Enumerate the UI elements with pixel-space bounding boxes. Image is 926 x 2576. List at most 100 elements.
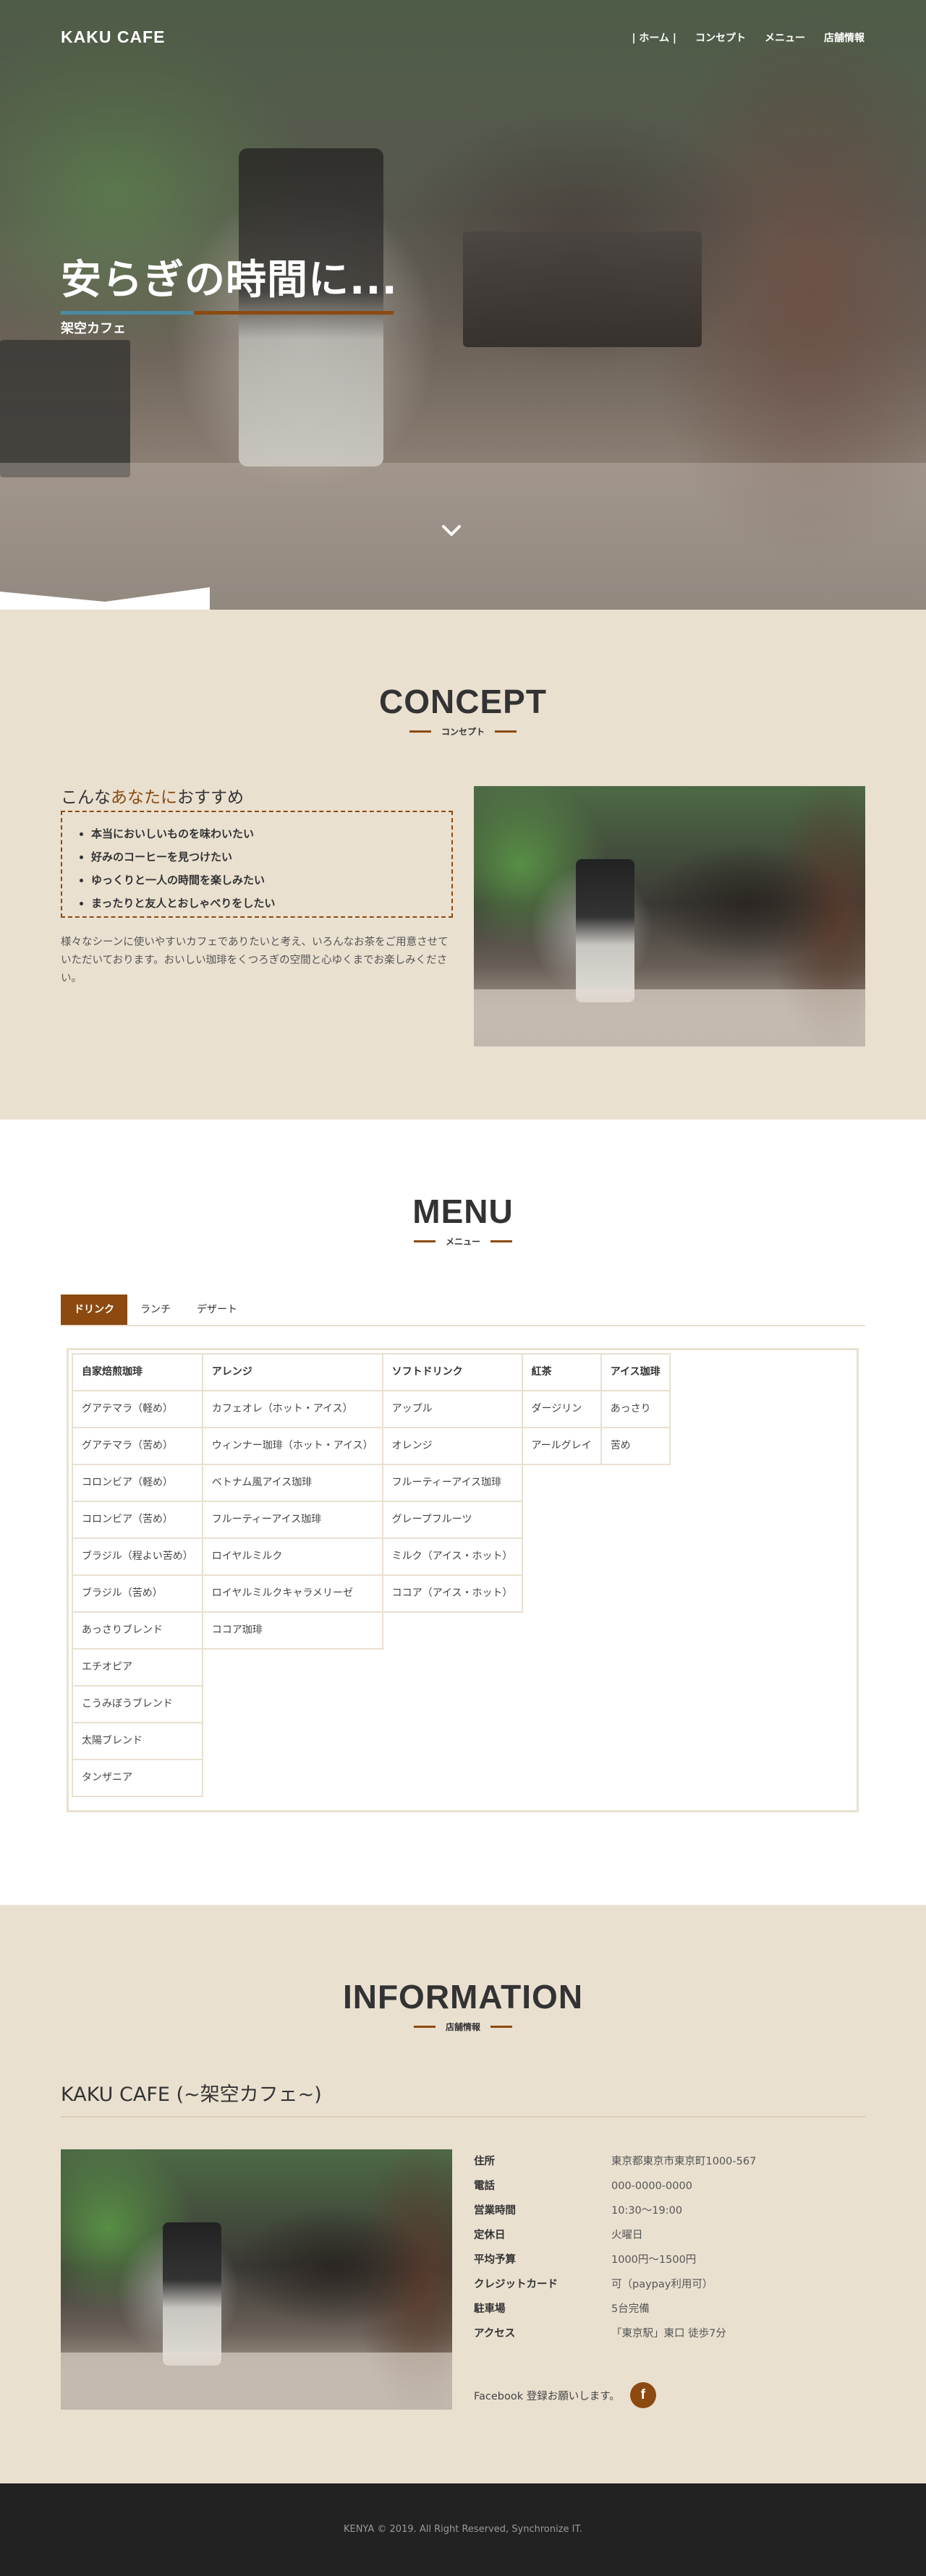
menu-item: ミルク（アイス・ホット） [381,1538,523,1576]
menu-column: アレンジ カフェオレ（ホット・アイス） ウィンナー珈琲（ホット・アイス） ベトナム風ア… [201,1353,383,1650]
menu-section: MENU メニュー ドリンク ランチ デザート 自家焙煎珈琲 グアテマラ（軽め）グ… [0,1119,926,1905]
menu-table: 自家焙煎珈琲 グアテマラ（軽め） グアテマラ（苦め） コロンビア（軽め） コロンビア（苦… [67,1348,859,1812]
menu-column: 紅茶 ダージリン アールグレイ [521,1353,602,1465]
concept-lead-before: こんな [61,788,111,807]
facebook-text: Facebook 登録お願いします。 [474,2390,620,2402]
shop-photo [61,2149,452,2410]
photo-grinder [575,858,634,1002]
photo-counter [474,989,865,1046]
menu-column: 自家焙煎珈琲 グアテマラ（軽め） グアテマラ（苦め） コロンビア（軽め） コロンビア（苦… [72,1353,203,1797]
menu-item: エチオピア [72,1648,203,1686]
info-value: 「東京駅」東口 徒歩7分 [611,2328,726,2340]
copyright: KENYA © 2019. All Right Reserved, Synchr… [343,2524,583,2535]
section-subtitle-concept: コンセプト [0,725,926,738]
info-value: 000-0000-0000 [611,2180,692,2192]
concept-photo [474,786,865,1046]
hero-bottom-wedge [0,587,210,610]
nav-item-shop-info[interactable]: 店舗情報 [824,30,865,45]
section-subtitle-text: コンセプト [409,727,517,737]
menu-item: ブラジル（苦め） [72,1574,203,1613]
section-subtitle-text: メニュー [413,1237,513,1247]
menu-item: ココア珈琲 [201,1611,383,1650]
info-label: 住所 [474,2156,495,2167]
menu-item: フルーティーアイス珈琲 [381,1464,523,1502]
photo-counter [61,2352,452,2410]
tab-dessert[interactable]: デザート [184,1295,250,1325]
info-value: 1000円〜1500円 [611,2254,697,2266]
photo-grinder [162,2222,221,2366]
menu-item: アップル [381,1390,523,1428]
menu-item: グアテマラ（苦め） [72,1427,203,1465]
menu-column-header: 紅茶 [521,1353,602,1391]
menu-item: ブラジル（程よい苦め） [72,1538,203,1576]
menu-item: ロイヤルミルク [201,1538,383,1576]
information-section: INFORMATION 店舗情報 KAKU CAFE (~架空カフェ~) 住所 東… [0,1905,926,2483]
menu-item: ダージリン [521,1390,602,1428]
hero-title: 安らぎの時間に... [61,257,398,304]
menu-item: グレープフルーツ [381,1501,523,1539]
info-value: 東京都東京市東京町1000-567 [611,2156,757,2167]
list-item: ゆっくりと一人の時間を楽しみたい [91,869,451,892]
hero-title-underline [61,311,394,315]
info-row: 平均予算 1000円〜1500円 [474,2248,865,2272]
list-item: 好みのコーヒーを見つけたい [91,845,451,869]
nav-item-home[interactable]: | ホーム | [632,30,676,45]
chevron-down-icon[interactable] [440,519,463,542]
recommendation-list: 本当においしいものを味わいたい 好みのコーヒーを見つけたい ゆっくりと一人の時間… [61,811,453,918]
main-nav: | ホーム | コンセプト メニュー 店舗情報 [632,30,865,45]
divider [61,2116,865,2117]
info-label: アクセス [474,2328,516,2340]
info-value: 火曜日 [611,2230,643,2241]
info-label: クレジットカード [474,2279,558,2290]
menu-item: コロンビア（軽め） [72,1464,203,1502]
section-subtitle-menu: メニュー [0,1235,926,1248]
info-row: 駐車場 5台完備 [474,2297,865,2321]
list-item: 本当においしいものを味わいたい [91,822,451,845]
nav-item-concept[interactable]: コンセプト [695,30,746,45]
nav-item-menu[interactable]: メニュー [765,30,805,45]
info-row: クレジットカード 可（paypay利用可） [474,2272,865,2297]
hero-section: KAKU CAFE | ホーム | コンセプト メニュー 店舗情報 安らぎの時間… [0,0,926,610]
info-label: 営業時間 [474,2205,516,2217]
menu-item: 太陽ブレンド [72,1722,203,1760]
menu-item: ベトナム風アイス珈琲 [201,1464,383,1502]
menu-column-header: アイス珈琲 [600,1353,671,1391]
info-value: 可（paypay利用可） [611,2279,713,2290]
menu-item: あっさり [600,1390,671,1428]
info-value: 10:30〜19:00 [611,2205,683,2217]
menu-column-header: 自家焙煎珈琲 [72,1353,203,1391]
info-label: 定休日 [474,2230,506,2241]
menu-item: こうみぼうブレンド [72,1685,203,1723]
tab-lunch[interactable]: ランチ [127,1295,184,1325]
info-value: 5台完備 [611,2303,650,2315]
concept-section: CONCEPT コンセプト こんなあなたにおすすめ 本当においしいものを味わいた… [0,610,926,1119]
menu-item: ココア（アイス・ホット） [381,1574,523,1613]
section-title-concept: CONCEPT [379,683,547,720]
concept-description: 様々なシーンに使いやすいカフェでありたいと考え、いろんなお茶をご用意させていただ… [61,937,449,984]
section-title-menu: MENU [412,1193,514,1230]
menu-column-header: アレンジ [201,1353,383,1391]
footer: KENYA © 2019. All Right Reserved, Synchr… [0,2483,926,2576]
info-label: 駐車場 [474,2303,506,2315]
site-logo[interactable]: KAKU CAFE [61,27,165,47]
menu-column: ソフトドリンク アップル オレンジ フルーティーアイス珈琲 グレープフルーツ ミルク（アイ… [381,1353,523,1613]
tab-drink[interactable]: ドリンク [61,1295,127,1325]
shop-info-table: 住所 東京都東京市東京町1000-567 電話 000-0000-0000 営業時間 10… [474,2149,865,2346]
facebook-icon[interactable]: f [629,2382,656,2408]
menu-item: ウィンナー珈琲（ホット・アイス） [201,1427,383,1465]
menu-item: フルーティーアイス珈琲 [201,1501,383,1539]
section-subtitle-text: 店舗情報 [413,2022,513,2032]
menu-item: カフェオレ（ホット・アイス） [201,1390,383,1428]
section-title-information: INFORMATION [342,1978,584,2016]
section-subtitle-information: 店舗情報 [0,2021,926,2033]
menu-tabs: ドリンク ランチ デザート [61,1295,865,1326]
menu-item: 苦め [600,1427,671,1465]
concept-lead-after: おすすめ [177,788,244,807]
menu-item: コロンビア（苦め） [72,1501,203,1539]
info-row: アクセス 「東京駅」東口 徒歩7分 [474,2321,865,2346]
info-row: 営業時間 10:30〜19:00 [474,2198,865,2223]
menu-item: タンザニア [72,1759,203,1797]
menu-columns: 自家焙煎珈琲 グアテマラ（軽め） グアテマラ（苦め） コロンビア（軽め） コロンビア（苦… [72,1353,854,1797]
list-item: まったりと友人とおしゃべりをしたい [91,892,451,915]
facebook-line: Facebook 登録お願いします。 f [474,2382,656,2408]
